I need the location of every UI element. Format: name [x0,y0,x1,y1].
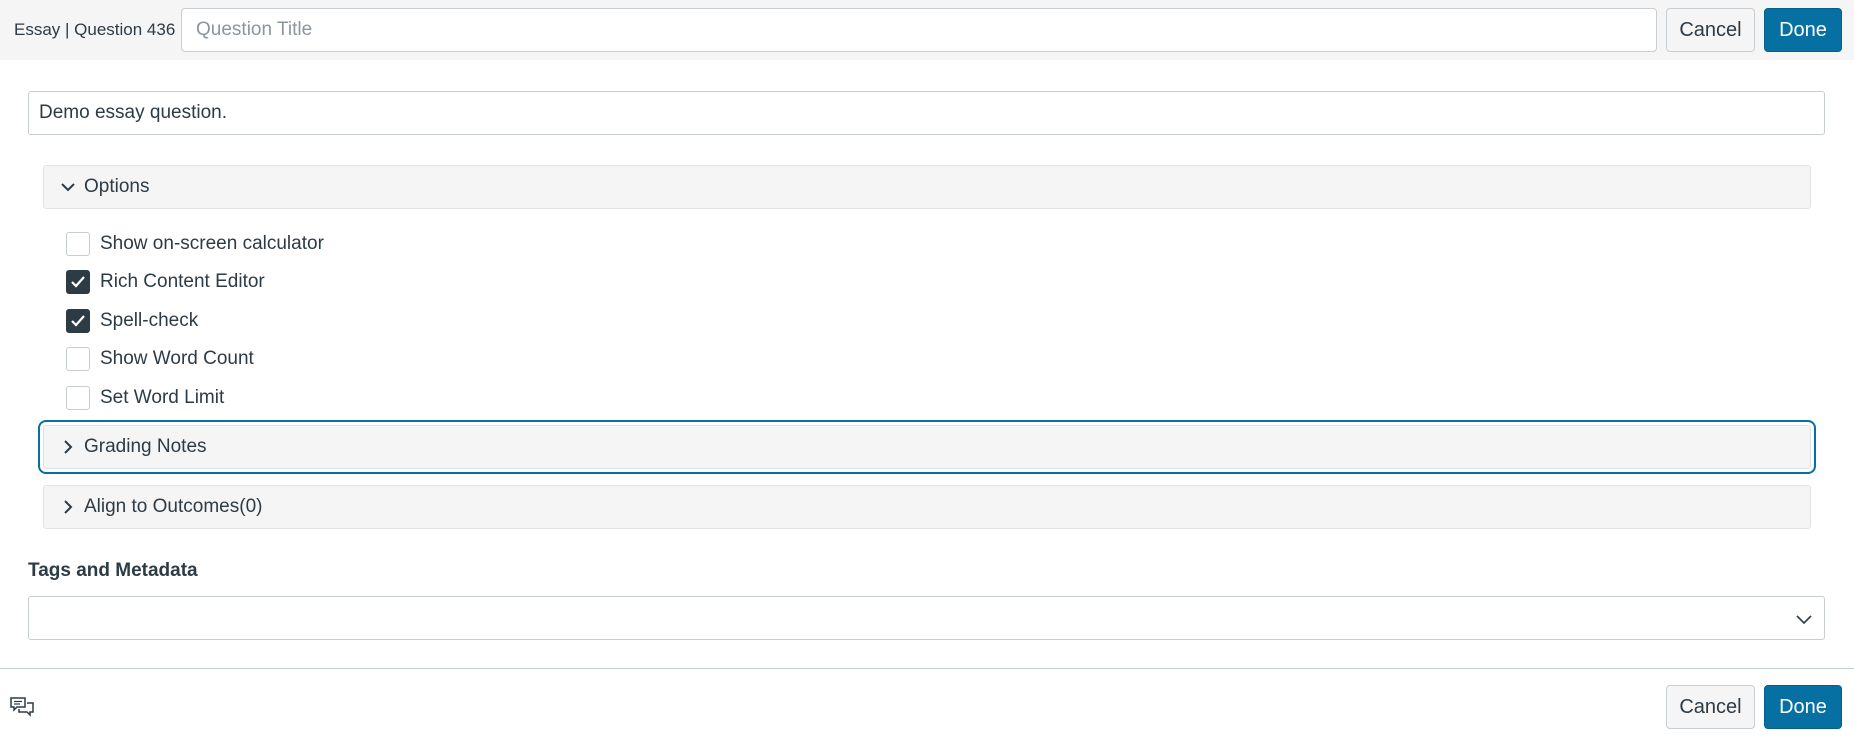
tags-metadata-select[interactable] [28,596,1825,640]
option-spell-check[interactable]: Spell-check [66,308,198,334]
option-label: Rich Content Editor [100,271,265,292]
align-outcomes-toggle[interactable]: Align to Outcomes(0) [43,485,1811,529]
question-header: Essay | Question 436 Cancel Done [0,0,1854,60]
options-label: Options [84,176,150,197]
chevron-right-icon [60,499,76,515]
question-text-editor[interactable]: Demo essay question. [28,91,1825,135]
question-type-title: Essay | Question 436 [14,20,176,39]
chevron-right-icon [60,439,76,455]
tags-metadata-label: Tags and Metadata [28,560,198,581]
checkbox-spell-check[interactable] [66,309,90,333]
option-label: Show on-screen calculator [100,233,324,254]
chevron-down-icon [60,179,76,195]
option-label: Show Word Count [100,348,254,369]
option-rich-content-editor[interactable]: Rich Content Editor [66,269,265,295]
done-button[interactable]: Done [1764,8,1842,52]
feedback-chat-icon[interactable] [9,696,35,720]
option-set-word-limit[interactable]: Set Word Limit [66,385,224,411]
question-title-input[interactable] [181,8,1657,52]
footer-cancel-button[interactable]: Cancel [1666,685,1755,729]
align-outcomes-label: Align to Outcomes(0) [84,496,263,517]
checkbox-show-word-count[interactable] [66,347,90,371]
option-label: Set Word Limit [100,387,225,408]
grading-notes-toggle[interactable]: Grading Notes [38,420,1816,474]
chevron-down-icon [1794,609,1814,629]
checkbox-show-calculator[interactable] [66,232,90,256]
option-show-word-count[interactable]: Show Word Count [66,346,254,372]
footer-done-button[interactable]: Done [1764,685,1842,729]
checkbox-set-word-limit[interactable] [66,386,90,410]
option-show-calculator[interactable]: Show on-screen calculator [66,231,324,257]
option-label: Spell-check [100,310,199,331]
checkbox-rich-content-editor[interactable] [66,270,90,294]
checkmark-icon [71,315,85,327]
checkmark-icon [71,276,85,288]
grading-notes-label: Grading Notes [84,436,207,457]
question-text: Demo essay question. [39,102,227,123]
options-toggle[interactable]: Options [43,165,1811,209]
footer-divider [0,668,1854,669]
cancel-button[interactable]: Cancel [1666,8,1755,52]
